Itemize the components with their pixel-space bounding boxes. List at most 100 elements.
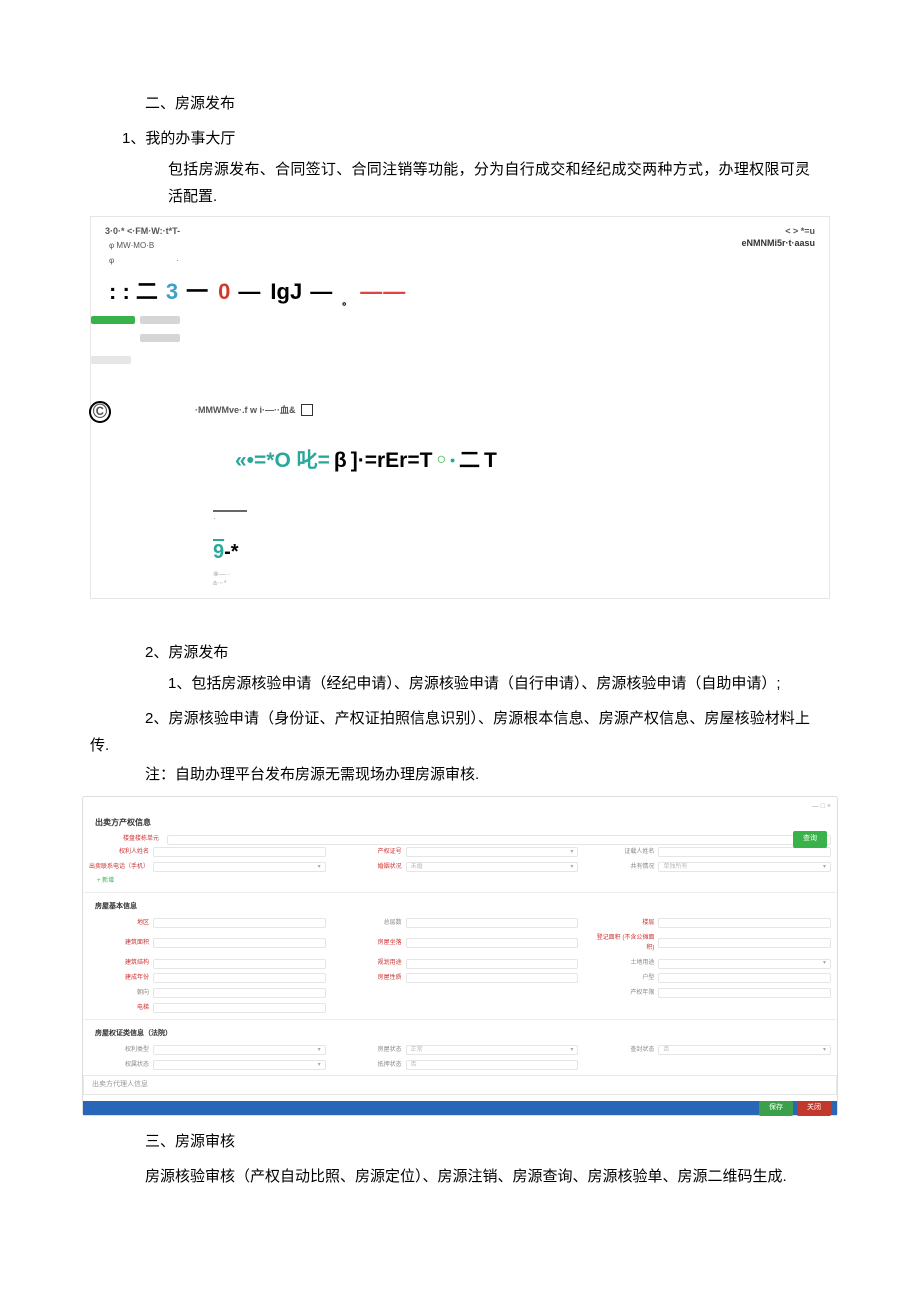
lbl-marital: 婚姻状况: [342, 862, 402, 873]
lbl-barea: 建筑面积: [89, 938, 149, 949]
s1-b2-lead: «•=*O 叱=: [235, 442, 330, 480]
field-certno[interactable]: [406, 847, 579, 857]
field-bldg[interactable]: [167, 835, 831, 845]
s1-btn-grey-2[interactable]: [91, 356, 131, 364]
field-regarea[interactable]: [658, 938, 831, 948]
field-barea[interactable]: [153, 938, 326, 948]
lbl-certname: 证载人姓名: [594, 847, 654, 858]
section-2-heading: 二、房源发布: [145, 90, 870, 117]
field-ownstate[interactable]: [153, 1060, 326, 1070]
s2-save-button[interactable]: 保存: [759, 1101, 793, 1116]
field-area[interactable]: [153, 918, 326, 928]
field-owner[interactable]: [153, 847, 326, 857]
field-marital[interactable]: 未婚: [406, 862, 579, 872]
s1-btn-green[interactable]: [91, 316, 135, 324]
field-state[interactable]: 正常: [406, 1045, 579, 1055]
s2-query-button[interactable]: 查询: [793, 831, 827, 848]
lbl-right: 权利类型: [89, 1045, 149, 1056]
lbl-phone: 出卖联系电话（手机）: [89, 862, 149, 873]
s1-phi-1: φ MW·MO·B: [109, 239, 815, 253]
s1-big-dash-1: 一: [186, 272, 210, 312]
item-2-line2: 2、房源核验申请（身份证、产权证拍照信息识别）、房源根本信息、房源产权信息、房屋…: [90, 705, 810, 759]
s1-phi-2-dot: ·: [176, 256, 179, 265]
s1-big-dash-2: —: [238, 272, 262, 312]
s1-big-pre: : : 二: [109, 272, 158, 312]
item-1-body: 包括房源发布、合同签订、合同注销等功能，分为自行成交和经纪成交两种方式，办理权限…: [168, 156, 810, 210]
s1-checkbox-icon[interactable]: [301, 404, 313, 416]
field-plan[interactable]: [406, 959, 579, 969]
s1-mid-text: ·MMWMve·.f w i·—··血&: [195, 402, 815, 418]
field-land[interactable]: [658, 959, 831, 969]
field-loc[interactable]: [406, 938, 579, 948]
s2-sec2-title: 房屋基本信息: [95, 901, 831, 914]
s1-b2-mid: ]·=rEr=T: [351, 442, 433, 480]
s1-9-star: 9-*: [213, 534, 815, 570]
field-struct[interactable]: [153, 959, 326, 969]
s1-nine-suffix: -*: [224, 541, 238, 563]
s1-b2-cn: 二: [459, 442, 480, 480]
s1-btn-grey-1[interactable]: [140, 316, 180, 324]
field-layout[interactable]: [658, 973, 831, 983]
item-2-heading: 2、房源发布: [145, 639, 870, 666]
s2-add-btn[interactable]: + 新增: [97, 876, 831, 887]
item-2-note: 注：自助办理平台发布房源无需现场办理房源审核.: [145, 761, 810, 788]
copyright-icon: ©: [89, 401, 111, 423]
s2-close-button[interactable]: 关闭: [797, 1101, 831, 1116]
s1-b2-t: T: [484, 442, 497, 480]
field-term[interactable]: [658, 988, 831, 998]
lbl-regarea: 登记面积 (不含公摊面积): [594, 933, 654, 955]
s1-top-right-text2: eNMNMi5r·t·aasu: [741, 235, 815, 251]
lbl-orient: 朝向: [89, 988, 149, 999]
s1-btn-grey-3[interactable]: [140, 334, 180, 342]
lbl-bldg: 楼盘楼栋单元: [89, 834, 159, 845]
field-certname[interactable]: [658, 847, 831, 857]
s1-big-0: 0: [218, 272, 230, 312]
field-seal[interactable]: 否: [658, 1045, 831, 1055]
lbl-term: 产权年限: [594, 988, 654, 999]
s1-big-end: 。: [342, 294, 352, 312]
s1-phi-2-sym: φ: [109, 256, 114, 265]
lbl-land: 土地用途: [594, 958, 654, 969]
field-nature[interactable]: [406, 973, 579, 983]
lbl-floors: 总层数: [342, 918, 402, 929]
s2-agent-bar[interactable]: 出卖方代理人信息: [83, 1075, 837, 1096]
field-share[interactable]: 单独所有: [658, 862, 831, 872]
section-3-heading: 三、房源审核: [145, 1128, 870, 1155]
screenshot-2: — □ × 出卖方产权信息 查询 楼盘楼栋单元 权利人姓名 产权证号 证载人姓名…: [82, 796, 838, 1116]
window-controls[interactable]: — □ ×: [89, 801, 831, 814]
s1-big-line-2: «•=*O 叱= β ]·=rEr=T ○ • 二 T: [235, 442, 815, 480]
s2-sec3-title: 房屋权证类信息（法院）: [95, 1028, 831, 1041]
field-year[interactable]: [153, 973, 326, 983]
s1-big-igj: IgJ: [270, 272, 302, 312]
s1-big-3: 3: [166, 272, 178, 312]
s2-row-prop-addr: 楼盘楼栋单元: [89, 834, 831, 845]
lbl-nature: 房屋性质: [342, 973, 402, 984]
s2-sec1-title: 出卖方产权信息: [95, 816, 831, 830]
lbl-floor: 楼层: [594, 918, 654, 929]
field-orient[interactable]: [153, 988, 326, 998]
lbl-area: 地区: [89, 918, 149, 929]
s1-big-reddash: ——: [360, 272, 406, 312]
field-elev[interactable]: [153, 1003, 326, 1013]
lbl-seal: 查封状态: [594, 1045, 654, 1056]
lbl-certno: 产权证号: [342, 847, 402, 858]
lbl-owner: 权利人姓名: [89, 847, 149, 858]
lbl-mort: 抵押状态: [342, 1060, 402, 1071]
screenshot-1: 3·0·* <·FM·W:·t*T- < > *=u eNMNMi5r·t·aa…: [90, 216, 830, 599]
lbl-ownstate: 权属状态: [89, 1060, 149, 1071]
item-1-heading: 1、我的办事大厅: [122, 125, 870, 152]
s1-top-left-text: 3·0·* <·FM·W:·t*T-: [105, 223, 815, 239]
lbl-plan: 规划用途: [342, 958, 402, 969]
field-right[interactable]: [153, 1045, 326, 1055]
s1-mid-text-val: ·MMWMve·.f w i·—··血&: [195, 402, 295, 418]
lbl-share: 共有情况: [594, 862, 654, 873]
field-floor[interactable]: [658, 918, 831, 928]
s1-tiny-1: ⊗—··: [213, 570, 815, 579]
field-phone[interactable]: [153, 862, 326, 872]
s1-tiny-2: a·-·*: [213, 579, 815, 588]
lbl-loc: 房屋坐落: [342, 938, 402, 949]
field-floors[interactable]: [406, 918, 579, 928]
field-mort[interactable]: 否: [406, 1060, 579, 1070]
lbl-layout: 户型: [594, 973, 654, 984]
s1-small-dot: ·: [213, 512, 815, 526]
